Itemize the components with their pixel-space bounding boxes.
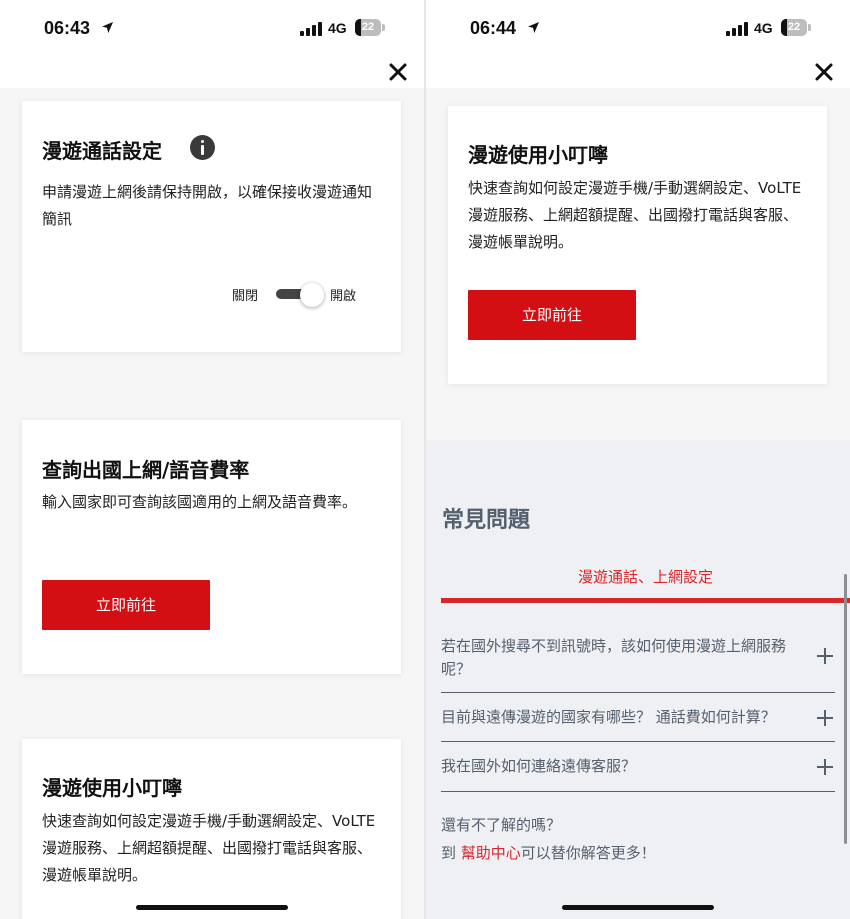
roaming-toggle[interactable] <box>276 283 326 307</box>
plus-icon[interactable] <box>817 710 833 726</box>
network-type: 4G <box>328 20 347 36</box>
faq-section: 常見問題 漫遊通話、上網設定 若在國外搜尋不到訊號時，該如何使用漫遊上網服務呢？… <box>426 440 850 919</box>
card-description: 快速查詢如何設定漫遊手機/手動選網設定、VoLTE漫遊服務、上網超額提醒、出國撥… <box>42 812 376 884</box>
card-description: 快速查詢如何設定漫遊手機/手動選網設定、VoLTE漫遊服務、上網超額提醒、出國撥… <box>468 179 802 251</box>
top-bar <box>426 58 850 88</box>
signal-icon <box>300 22 322 36</box>
footer-prefix: 到 <box>441 844 461 862</box>
faq-title: 常見問題 <box>442 508 531 533</box>
tips-card: 漫遊使用小叮嚀 快速查詢如何設定漫遊手機/手動選網設定、VoLTE漫遊服務、上網… <box>22 739 401 919</box>
left-screen: 06:43 4G 22 漫遊通話設定 申請漫遊上網後請保持開啟，以確保接收漫遊通… <box>0 0 424 919</box>
tips-card: 漫遊使用小叮嚀 快速查詢如何設定漫遊手機/手動選網設定、VoLTE漫遊服務、上網… <box>448 106 827 384</box>
card-description: 輸入國家即可查詢該國適用的上網及語音費率。 <box>42 493 358 511</box>
faq-item[interactable]: 我在國外如何連絡遠傳客服？ <box>441 742 835 792</box>
faq-item[interactable]: 若在國外搜尋不到訊號時，該如何使用漫遊上網服務呢？ <box>441 630 835 693</box>
faq-footer-help: 到 幫助中心可以替你解答更多！ <box>441 842 656 863</box>
go-now-button[interactable]: 立即前往 <box>468 290 636 340</box>
battery-icon: 22 <box>355 19 385 36</box>
card-title: 查詢出國上網/語音費率 <box>42 458 250 482</box>
home-indicator[interactable] <box>136 905 288 910</box>
location-arrow-icon <box>528 22 539 33</box>
status-bar: 06:43 4G 22 <box>0 0 424 58</box>
battery-percent: 22 <box>787 21 801 33</box>
scrollbar[interactable] <box>844 574 847 844</box>
info-icon[interactable] <box>190 135 215 160</box>
faq-question: 若在國外搜尋不到訊號時，該如何使用漫遊上網服務呢？ <box>441 637 787 678</box>
right-screen: 06:44 4G 22 漫遊使用小叮嚀 快速查詢如何設定漫遊手機/手動選網設定、… <box>426 0 850 919</box>
toggle-off-label: 關閉 <box>232 289 259 304</box>
card-title: 漫遊使用小叮嚀 <box>468 143 608 167</box>
plus-icon[interactable] <box>817 648 833 664</box>
go-now-button[interactable]: 立即前往 <box>42 580 210 630</box>
signal-icon <box>726 22 748 36</box>
close-icon[interactable] <box>810 58 838 86</box>
location-arrow-icon <box>102 22 113 33</box>
help-center-link[interactable]: 幫助中心 <box>461 844 521 862</box>
battery-percent: 22 <box>361 21 375 33</box>
roaming-settings-card: 漫遊通話設定 申請漫遊上網後請保持開啟，以確保接收漫遊通知簡訊 關閉 開啟 <box>22 101 401 352</box>
toggle-on-label: 開啟 <box>330 289 357 304</box>
status-bar: 06:44 4G 22 <box>426 0 850 58</box>
close-icon[interactable] <box>384 58 412 86</box>
faq-question: 目前與遠傳漫遊的國家有哪些？ 通話費如何計算？ <box>441 708 776 726</box>
roaming-toggle-row: 關閉 開啟 <box>22 282 401 307</box>
plus-icon[interactable] <box>817 759 833 775</box>
home-indicator[interactable] <box>562 905 714 910</box>
faq-item[interactable]: 目前與遠傳漫遊的國家有哪些？ 通話費如何計算？ <box>441 693 835 742</box>
card-description: 申請漫遊上網後請保持開啟，以確保接收漫遊通知簡訊 <box>42 183 373 228</box>
card-title: 漫遊通話設定 <box>42 139 162 163</box>
card-title: 漫遊使用小叮嚀 <box>42 776 182 800</box>
rates-card: 查詢出國上網/語音費率 輸入國家即可查詢該國適用的上網及語音費率。 立即前往 <box>22 420 401 674</box>
footer-suffix: 可以替你解答更多！ <box>520 844 656 862</box>
faq-footer-question: 還有不了解的嗎？ <box>441 816 562 834</box>
status-time: 06:43 <box>44 18 91 38</box>
status-time: 06:44 <box>470 18 517 38</box>
network-type: 4G <box>754 20 773 36</box>
top-bar <box>0 58 424 88</box>
faq-tab-indicator <box>441 598 850 603</box>
faq-question: 我在國外如何連絡遠傳客服？ <box>441 757 637 775</box>
battery-icon: 22 <box>781 19 811 36</box>
